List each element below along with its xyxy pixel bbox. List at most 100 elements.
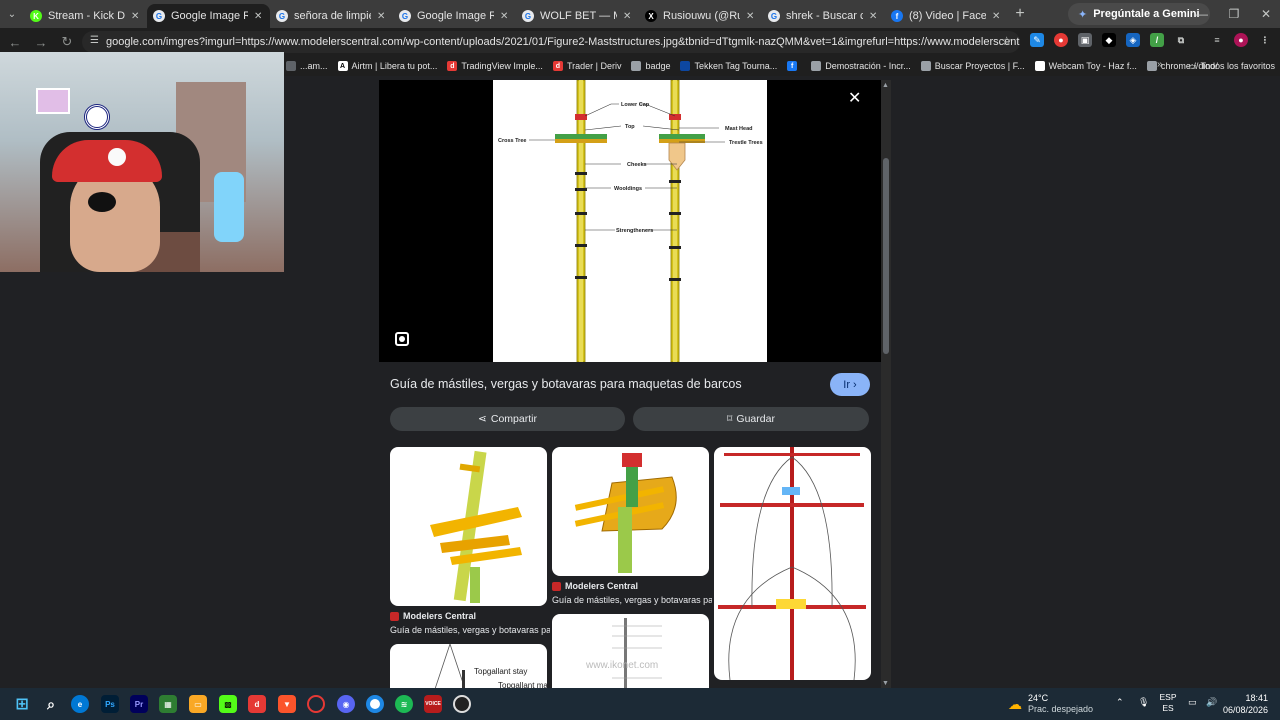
bookmark-item[interactable]: ...am... [286, 61, 328, 71]
extension-icon[interactable]: ◆ [1102, 33, 1116, 47]
weather-widget[interactable]: ☁ 24°C Prac. despejado [1008, 693, 1093, 715]
browser-tab[interactable]: X Rusiouwu (@RusiouV ✕ [639, 4, 762, 28]
windows-start-icon[interactable]: ⊞ [13, 695, 31, 713]
tab-close-icon[interactable]: ✕ [377, 11, 387, 22]
mast-top-thumbnail [574, 453, 677, 573]
browser-tab[interactable]: Gshrek - Buscar con G ✕ [762, 4, 885, 28]
related-image[interactable] [552, 447, 709, 576]
tab-close-icon[interactable]: ✕ [254, 11, 264, 22]
restore-button[interactable]: ❐ [1218, 0, 1250, 28]
bookmark-item[interactable]: d Trader | Deriv [552, 61, 621, 71]
tray-chevron-icon[interactable]: ⌃ [1116, 697, 1124, 708]
minimize-button[interactable]: — [1186, 0, 1218, 28]
related-image[interactable]: Topgallant stay Topgallant mast [390, 644, 547, 690]
browser-tab[interactable]: Gseñora de limpieza - ✕ [270, 4, 393, 28]
reload-button[interactable]: ↻ [54, 34, 80, 50]
deriv-icon[interactable]: d [248, 695, 266, 713]
forward-button[interactable]: → [28, 35, 54, 50]
tab-close-icon[interactable]: ✕ [746, 11, 756, 22]
scroll-down-icon[interactable]: ▼ [882, 680, 889, 687]
reading-list-icon[interactable]: ≡ [1210, 33, 1224, 47]
extension-icon[interactable]: / [1150, 33, 1164, 47]
microphone-icon[interactable]: 🎙 [1138, 697, 1149, 708]
system-clock[interactable]: 18:41 06/08/2026 [1222, 692, 1268, 716]
mast-structure-diagram[interactable]: Lower Cap Top Mast Head Cross Tree Trest… [493, 80, 767, 363]
top-platform-shape [601, 476, 677, 532]
mast-shape [624, 618, 627, 690]
label-mast-head: Mast Head [725, 126, 753, 132]
visit-button[interactable]: Ir › [830, 373, 870, 396]
network-icon[interactable]: ▭ [1188, 697, 1197, 708]
premiere-icon[interactable]: Pr [130, 695, 148, 713]
related-image[interactable] [390, 447, 547, 606]
new-tab-button[interactable]: + [1008, 5, 1032, 23]
menu-kebab-icon[interactable]: ⋮ [1258, 33, 1272, 47]
tab-close-icon[interactable]: ✕ [623, 11, 633, 22]
profile-avatar[interactable]: ● [1234, 33, 1248, 47]
volume-icon[interactable]: 🔊 [1206, 697, 1217, 708]
file-explorer-icon[interactable]: ▭ [189, 695, 207, 713]
bookmark-item[interactable]: f [787, 61, 801, 71]
all-bookmarks-folder[interactable]: ▭ Todos los favoritos [1188, 56, 1275, 76]
input-language[interactable]: ESP ES [1158, 692, 1178, 714]
close-window-button[interactable]: ✕ [1250, 0, 1280, 28]
bookmark-item[interactable]: badge [631, 61, 670, 71]
back-button[interactable]: ← [2, 35, 28, 50]
viewer-scrollbar[interactable]: ▲ ▼ [881, 80, 891, 690]
edge-icon[interactable]: e [71, 695, 89, 713]
extension-icon[interactable]: ✎ [1030, 33, 1044, 47]
brave-icon[interactable]: ▼ [278, 695, 296, 713]
result-caption[interactable]: Guía de mástiles, vergas y botavaras pa.… [552, 595, 712, 605]
tab-favicon-icon: G [399, 10, 411, 22]
voicemeeter-icon[interactable]: VOICE [424, 695, 442, 713]
left-cross-tree [555, 139, 607, 143]
tab-search-button[interactable]: ⌄ [0, 0, 24, 28]
extension-icon[interactable]: ● [1054, 33, 1068, 47]
related-image[interactable]: www.ikonet.com [552, 614, 709, 690]
save-button[interactable]: ⌑ Guardar [633, 407, 869, 431]
scrollbar-thumb[interactable] [883, 158, 889, 354]
browser-tab[interactable]: G WOLF BET — Mesa d ✕ [516, 4, 639, 28]
share-button[interactable]: ⋖ Compartir [390, 407, 625, 431]
tab-close-icon[interactable]: ✕ [131, 11, 141, 22]
result-caption[interactable]: Guía de mástiles, vergas y botavaras pa.… [390, 625, 550, 635]
extensions-puzzle-icon[interactable]: ⧉ [1174, 33, 1188, 47]
site-info-icon[interactable]: ☰ [90, 35, 99, 46]
browser-tab[interactable]: G Google Image Result ✕ [393, 4, 516, 28]
bookmark-star-icon[interactable]: ☆ [1001, 34, 1012, 48]
lens-search-icon[interactable] [395, 332, 409, 346]
record-icon[interactable] [307, 695, 325, 713]
bookmark-item[interactable]: Demostración - Incr... [811, 61, 911, 71]
tab-close-icon[interactable]: ✕ [992, 11, 1002, 22]
spotify-icon[interactable]: ≋ [395, 695, 413, 713]
result-source[interactable]: Modelers Central [390, 611, 476, 621]
result-source[interactable]: Modelers Central [552, 581, 638, 591]
bookmark-item[interactable]: Buscar Proyectos | F... [920, 61, 1025, 71]
discord-icon[interactable]: ◉ [337, 695, 355, 713]
browser-tab[interactable]: G Google Image Result ✕ [147, 4, 270, 28]
tab-title: Google Image Result [171, 10, 248, 22]
tab-close-icon[interactable]: ✕ [869, 11, 879, 22]
store-icon[interactable]: ▦ [159, 695, 177, 713]
bookmark-item[interactable]: d TradingView Imple... [447, 61, 543, 71]
photoshop-icon[interactable]: Ps [101, 695, 119, 713]
scroll-up-icon[interactable]: ▲ [882, 82, 889, 89]
search-icon[interactable]: ⌕ [42, 695, 60, 713]
label-cross-tree: Cross Tree [498, 138, 526, 144]
tab-close-icon[interactable]: ✕ [500, 11, 510, 22]
bookmark-item[interactable]: Webcam Toy - Haz f... [1034, 61, 1137, 71]
extension-icon[interactable]: ▣ [1078, 33, 1092, 47]
close-viewer-icon[interactable]: ✕ [848, 88, 861, 108]
obs-icon[interactable] [453, 695, 471, 713]
bookmark-item[interactable]: Tekken Tag Tourna... [680, 61, 777, 71]
related-image[interactable] [714, 447, 871, 680]
image-title[interactable]: Guía de mástiles, vergas y botavaras par… [390, 377, 810, 391]
bookmark-item[interactable]: A Airtm | Libera tu pot... [337, 61, 437, 71]
bookmarks-overflow-icon[interactable]: » [1157, 59, 1163, 70]
kick-icon[interactable]: ▩ [219, 695, 237, 713]
extension-icon[interactable]: ◈ [1126, 33, 1140, 47]
address-bar[interactable]: ☰ google.com/imgres?imgurl=https://www.m… [82, 31, 1020, 53]
browser-tab[interactable]: f (8) Video | Facebook ✕ [885, 4, 1008, 28]
browser-tab[interactable]: K Stream - Kick Dashbo ✕ [24, 4, 147, 28]
chrome-icon[interactable] [366, 695, 384, 713]
